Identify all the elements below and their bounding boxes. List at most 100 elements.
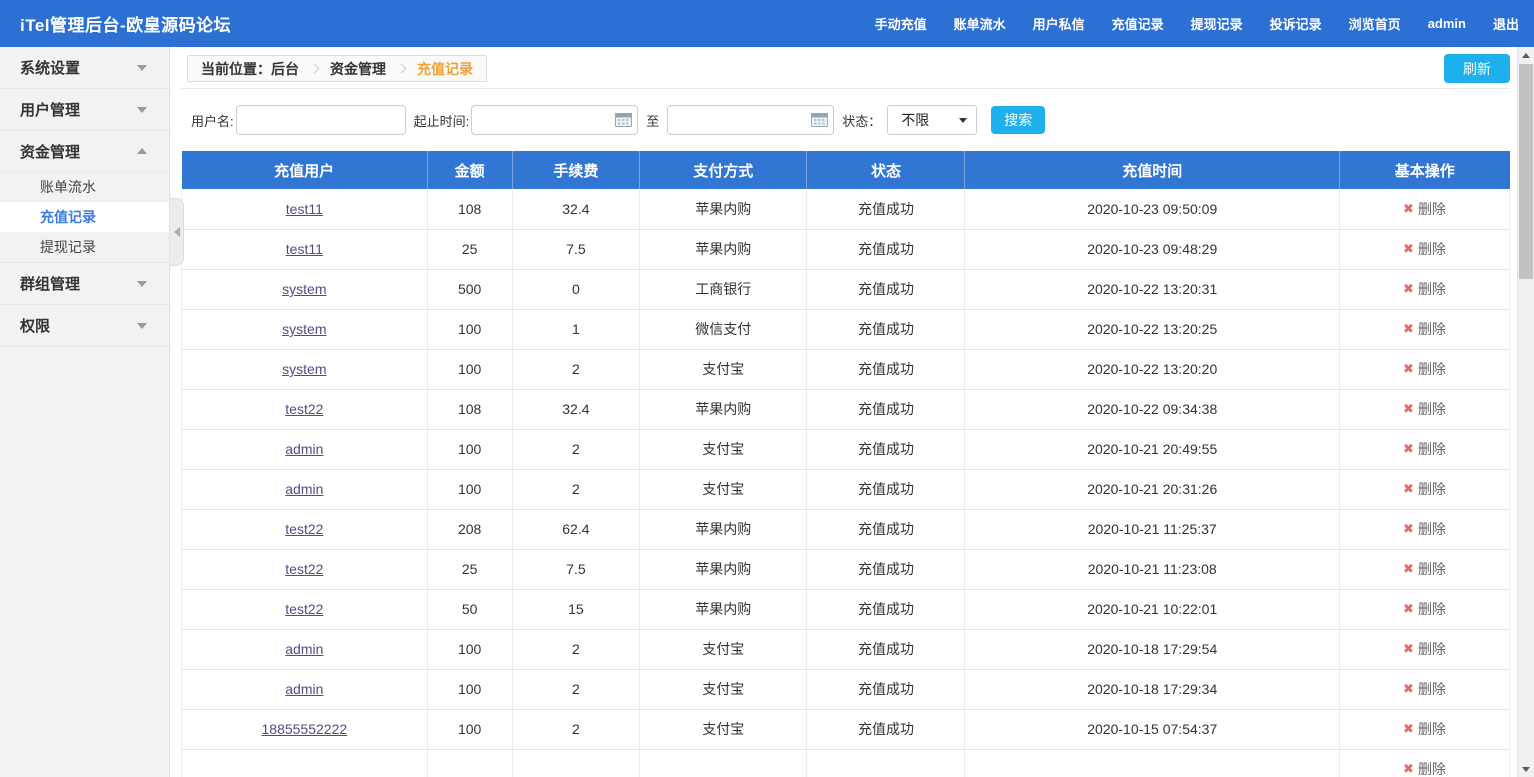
cell-user: admin [182, 429, 428, 469]
delete-button[interactable]: ✖删除 [1403, 679, 1446, 699]
delete-button[interactable]: ✖删除 [1403, 519, 1446, 539]
user-link[interactable]: test22 [285, 401, 323, 417]
cell-user: test22 [182, 549, 428, 589]
sidebar-collapse-handle[interactable] [170, 198, 184, 266]
end-date-input[interactable] [667, 105, 834, 135]
top-nav-item[interactable]: 手动充值 [875, 14, 927, 33]
sidebar-item-2-2[interactable]: 提现记录 [0, 232, 169, 262]
delete-button[interactable]: ✖删除 [1403, 439, 1446, 459]
cell-method: 支付宝 [640, 349, 807, 389]
delete-button[interactable]: ✖删除 [1403, 639, 1446, 659]
delete-button[interactable]: ✖删除 [1403, 399, 1446, 419]
scroll-up-button[interactable] [1518, 47, 1534, 63]
user-link[interactable]: admin [285, 641, 323, 657]
delete-button[interactable]: ✖删除 [1403, 199, 1446, 219]
delete-button[interactable]: ✖删除 [1403, 759, 1446, 777]
cell-user: system [182, 349, 428, 389]
user-link[interactable]: test22 [285, 601, 323, 617]
top-nav-item[interactable]: admin [1428, 16, 1466, 31]
scrollbar-thumb[interactable] [1519, 64, 1533, 279]
status-select[interactable]: 不限 [887, 105, 977, 135]
cell-method: 支付宝 [640, 709, 807, 749]
top-nav-item[interactable]: 用户私信 [1033, 14, 1085, 33]
sidebar-group-label: 资金管理 [20, 141, 80, 162]
top-nav-item[interactable]: 提现记录 [1191, 14, 1243, 33]
user-link[interactable]: test22 [285, 521, 323, 537]
user-link[interactable]: system [282, 361, 326, 377]
search-button[interactable]: 搜索 [991, 106, 1045, 134]
user-link[interactable]: test22 [285, 561, 323, 577]
main-content: 当前位置：后台 资金管理 充值记录 刷新 用户名: 起止时间: 至 状态： 不限 [171, 47, 1517, 777]
delete-button[interactable]: ✖删除 [1403, 359, 1446, 379]
user-link[interactable]: system [282, 321, 326, 337]
calendar-icon[interactable] [811, 112, 828, 127]
cell-method: 支付宝 [640, 669, 807, 709]
cell-user: system [182, 309, 428, 349]
cell-amount: 108 [427, 189, 512, 229]
sidebar-group-label: 系统设置 [20, 57, 80, 78]
user-link[interactable]: admin [285, 441, 323, 457]
end-date-field [667, 105, 834, 135]
chevron-down-icon [137, 65, 147, 71]
top-nav-item[interactable]: 充值记录 [1112, 14, 1164, 33]
user-link[interactable]: test11 [286, 241, 323, 257]
cell-operation: ✖删除 [1339, 629, 1509, 669]
cell-time: 2020-10-21 11:23:08 [965, 549, 1340, 589]
delete-button[interactable]: ✖删除 [1403, 719, 1446, 739]
cell-status: 充值成功 [807, 509, 965, 549]
delete-button[interactable]: ✖删除 [1403, 319, 1446, 339]
calendar-icon[interactable] [615, 112, 632, 127]
user-link[interactable]: admin [285, 481, 323, 497]
delete-button[interactable]: ✖删除 [1403, 479, 1446, 499]
user-link[interactable]: 18855552222 [262, 721, 348, 737]
table-body: test1110832.4苹果内购充值成功2020-10-23 09:50:09… [182, 189, 1510, 777]
cell-status: 充值成功 [807, 309, 965, 349]
username-input[interactable] [236, 105, 406, 135]
cell-fee: 15 [512, 589, 639, 629]
user-link[interactable]: test11 [286, 201, 323, 217]
start-date-input[interactable] [471, 105, 638, 135]
table-row: system5000工商银行充值成功2020-10-22 13:20:31✖删除 [182, 269, 1510, 309]
cell-method: 支付宝 [640, 429, 807, 469]
user-link[interactable]: admin [285, 681, 323, 697]
cell-user: test22 [182, 589, 428, 629]
delete-button[interactable]: ✖删除 [1403, 599, 1446, 619]
table-row: admin1002支付宝充值成功2020-10-21 20:31:26✖删除 [182, 469, 1510, 509]
cell-operation: ✖删除 [1339, 589, 1509, 629]
top-nav-item[interactable]: 浏览首页 [1349, 14, 1401, 33]
sidebar-group-1[interactable]: 用户管理 [0, 89, 169, 130]
user-link[interactable]: system [282, 281, 326, 297]
cell-fee: 2 [512, 709, 639, 749]
top-nav-item[interactable]: 账单流水 [954, 14, 1006, 33]
vertical-scrollbar[interactable] [1517, 47, 1534, 777]
delete-button[interactable]: ✖删除 [1403, 559, 1446, 579]
cell-method: 苹果内购 [640, 189, 807, 229]
cell-time: 2020-10-18 17:29:34 [965, 669, 1340, 709]
delete-button[interactable]: ✖删除 [1403, 279, 1446, 299]
sidebar-group-0[interactable]: 系统设置 [0, 47, 169, 88]
delete-label: 删除 [1418, 319, 1446, 339]
sidebar-group-label: 群组管理 [20, 273, 80, 294]
cell-time: 2020-10-22 13:20:31 [965, 269, 1340, 309]
cell-status: 充值成功 [807, 469, 965, 509]
breadcrumb-item-funds[interactable]: 资金管理 [330, 59, 386, 79]
status-select-value: 不限 [901, 110, 929, 130]
sidebar-group-3[interactable]: 群组管理 [0, 263, 169, 304]
sidebar-group-4[interactable]: 权限 [0, 305, 169, 346]
cell-method [640, 749, 807, 777]
delete-icon: ✖ [1403, 641, 1414, 657]
sidebar-group-2[interactable]: 资金管理 [0, 131, 169, 172]
cell-status: 充值成功 [807, 549, 965, 589]
sidebar-item-2-0[interactable]: 账单流水 [0, 172, 169, 202]
top-nav-item[interactable]: 退出 [1493, 14, 1519, 33]
delete-button[interactable]: ✖删除 [1403, 239, 1446, 259]
recharge-table: 充值用户金额手续费支付方式状态充值时间基本操作 test1110832.4苹果内… [181, 151, 1510, 777]
cell-fee: 2 [512, 669, 639, 709]
delete-icon: ✖ [1403, 321, 1414, 337]
sidebar-item-2-1[interactable]: 充值记录 [0, 202, 169, 232]
cell-operation: ✖删除 [1339, 269, 1509, 309]
scroll-down-button[interactable] [1518, 761, 1534, 777]
top-nav-item[interactable]: 投诉记录 [1270, 14, 1322, 33]
refresh-button[interactable]: 刷新 [1444, 54, 1510, 83]
cell-time: 2020-10-21 20:49:55 [965, 429, 1340, 469]
